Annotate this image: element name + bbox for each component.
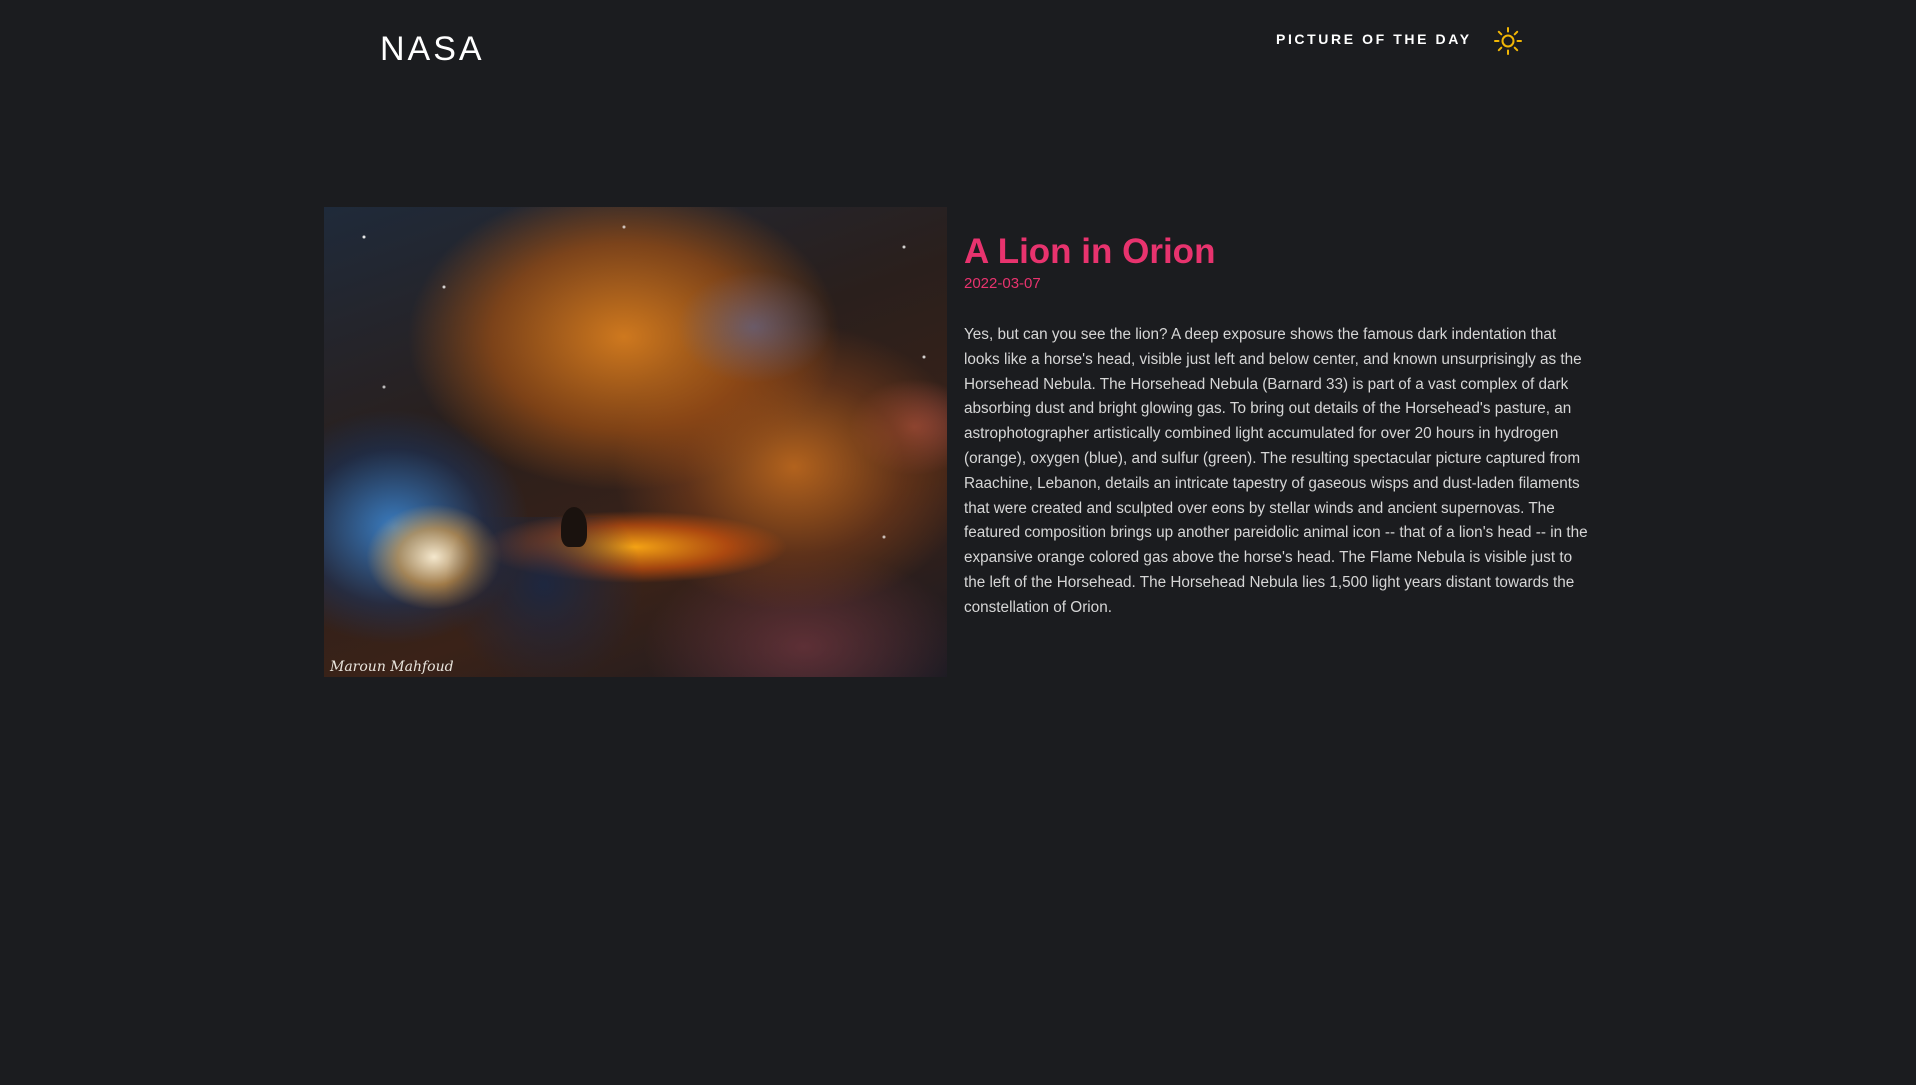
image-dark-cloud bbox=[444, 517, 644, 677]
theme-toggle-button[interactable] bbox=[1493, 26, 1523, 56]
sun-icon bbox=[1494, 27, 1522, 55]
apod-title: A Lion in Orion bbox=[964, 232, 1216, 271]
apod-date: 2022-03-07 bbox=[964, 275, 1041, 292]
nav-picture-of-the-day[interactable]: PICTURE OF THE DAY bbox=[1276, 31, 1472, 47]
apod-info: A Lion in Orion 2022-03-07 Yes, but can … bbox=[964, 232, 1592, 621]
image-horsehead bbox=[561, 507, 587, 547]
image-credit: Maroun Mahfoud bbox=[330, 659, 454, 675]
top-bar: NASA PICTURE OF THE DAY bbox=[0, 0, 1916, 100]
apod-image[interactable]: Maroun Mahfoud bbox=[324, 207, 947, 677]
apod-explanation: Yes, but can you see the lion? A deep ex… bbox=[964, 326, 1588, 616]
brand-logo[interactable]: NASA bbox=[380, 30, 485, 69]
